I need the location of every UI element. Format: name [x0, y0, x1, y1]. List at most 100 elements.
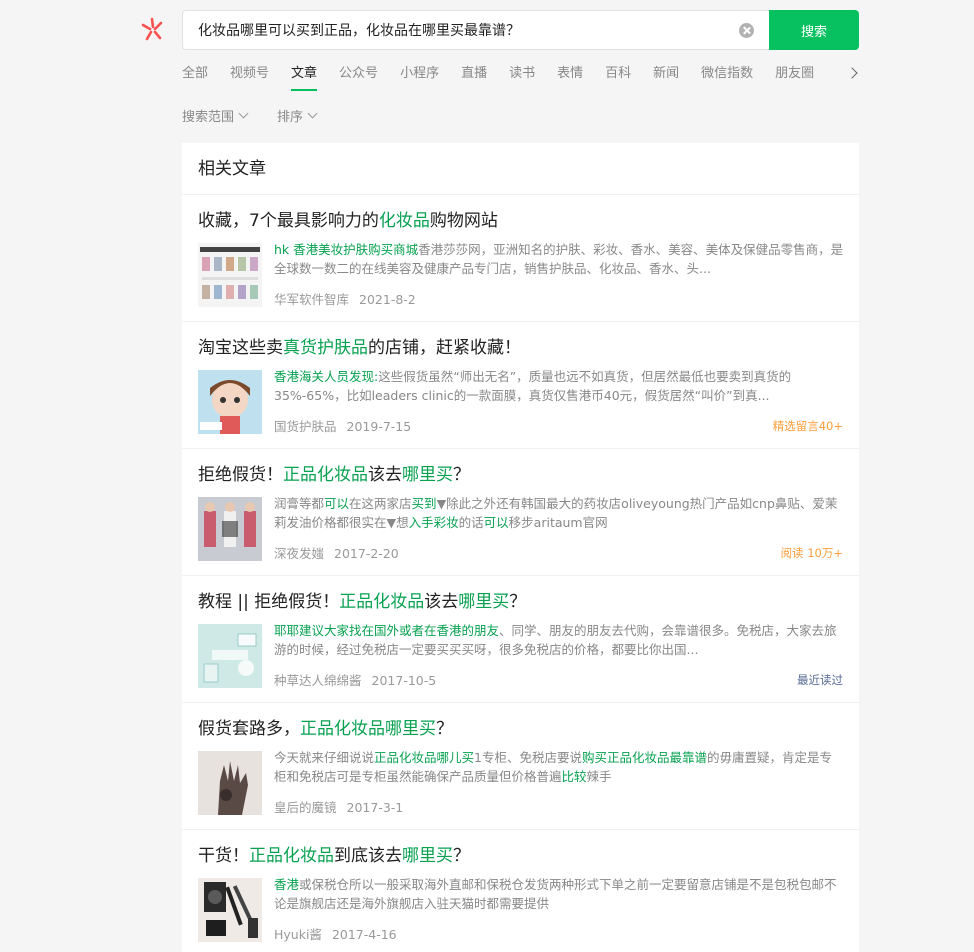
search-scope-filter[interactable]: 搜索范围: [182, 104, 249, 126]
article-snippet-part: 购买正品化妆品最靠谱: [582, 750, 708, 765]
tab-5[interactable]: 直播: [461, 62, 487, 92]
article-title-part: 正品化妆品: [249, 846, 334, 866]
article-snippet: 今天就来仔细说说正品化妆品哪儿买1专柜、免税店要说购买正品化妆品最靠谱的毋庸置疑…: [274, 748, 844, 786]
article-snippet-part: 耶耶建议大家找在国外或者在香港的朋友: [274, 623, 500, 638]
article-badge: 阅读 10万+: [780, 546, 843, 560]
article-snippet-part: 今天就来仔细说说: [274, 750, 375, 765]
article-item[interactable]: 收藏，7个最具影响力的化妆品购物网站 hk 香港美妆护肤购买商城香港莎莎网，亚洲知…: [182, 195, 859, 322]
sort-filter[interactable]: 排序: [277, 104, 318, 126]
article-snippet-part: 或保税仓所以一般采取海外直邮和保税仓发货两种形式下单之前一定要留意店铺是不是包税…: [274, 877, 837, 911]
article-snippet-part: 入手彩妆: [408, 515, 459, 530]
article-title-part: 化妆品: [378, 211, 430, 231]
article-title-part: 正品化妆品: [339, 592, 425, 612]
article-source[interactable]: 皇后的魔镜: [274, 800, 337, 815]
article-item[interactable]: 拒绝假货！正品化妆品该去哪里买？ 润膏等都可以在这两家店买到▼除此之外还有韩国最大…: [182, 449, 859, 576]
chevron-down-icon: [238, 108, 249, 118]
hand-thumb[interactable]: [198, 751, 262, 815]
article-title[interactable]: 干货！正品化妆品到底该去哪里买？: [198, 843, 843, 869]
article-title[interactable]: 拒绝假货！正品化妆品该去哪里买？: [198, 462, 843, 488]
search-box: [182, 10, 769, 50]
tab-2[interactable]: 文章: [291, 62, 318, 92]
article-date: 2021-8-2: [359, 292, 416, 307]
article-title-part: 正品化妆品: [283, 465, 368, 485]
article-list: 收藏，7个最具影响力的化妆品购物网站 hk 香港美妆护肤购买商城香港莎莎网，亚洲知…: [182, 195, 859, 952]
article-date: 2017-2-20: [334, 546, 399, 561]
article-snippet-part: 香港海关人员发现:: [274, 369, 379, 384]
article-title-part: 干货！: [198, 846, 249, 866]
tab-6[interactable]: 读书: [509, 62, 535, 92]
article-snippet: 香港或保税仓所以一般采取海外直邮和保税仓发货两种形式下单之前一定要留意店铺是不是…: [274, 875, 844, 913]
article-title-part: 正品化妆品哪里买: [300, 719, 436, 739]
article-source[interactable]: Hyuki酱: [274, 927, 322, 942]
wechat-search-logo-icon[interactable]: [139, 15, 167, 43]
article-title[interactable]: 教程 || 拒绝假货！正品化妆品该去哪里买？: [198, 589, 843, 615]
article-title-part: 该去: [424, 592, 459, 612]
article-source[interactable]: 华军软件智库: [274, 292, 349, 307]
article-title[interactable]: 假货套路多，正品化妆品哪里买？: [198, 716, 843, 742]
article-snippet: hk 香港美妆护肤购买商城香港莎莎网，亚洲知名的护肤、彩妆、香水、美容、美体及保…: [274, 240, 844, 278]
article-item[interactable]: 干货！正品化妆品到底该去哪里买？ 香港或保税仓所以一般采取海外直邮和保税仓发货两种…: [182, 830, 859, 952]
article-snippet-part: 可以: [483, 515, 509, 530]
article-snippet-part: 可以: [324, 496, 350, 511]
article-snippet-part: 香港: [274, 877, 300, 892]
article-title[interactable]: 淘宝这些卖真货护肤品的店铺，赶紧收藏！: [198, 335, 843, 361]
search-button[interactable]: 搜索: [769, 10, 859, 50]
article-meta: 国货护肤品 2019-7-15: [274, 416, 411, 435]
article-title-part: 真货护肤品: [283, 338, 368, 358]
tab-4[interactable]: 小程序: [400, 62, 439, 92]
article-meta: 皇后的魔镜 2017-3-1: [274, 797, 403, 816]
article-title[interactable]: 收藏，7个最具影响力的化妆品购物网站: [198, 208, 843, 234]
tab-0[interactable]: 全部: [182, 62, 208, 92]
section-title: 相关文章: [182, 143, 859, 195]
article-title-part: 哪里买: [402, 465, 453, 485]
article-source[interactable]: 深夜发媸: [274, 546, 324, 561]
search-scope-label: 搜索范围: [182, 109, 235, 125]
tab-bar: 全部 视频号 文章 公众号 小程序 直播 读书 表情 百科 新闻 微信指数 朋友圈: [182, 62, 842, 92]
tab-11[interactable]: 朋友圈: [775, 62, 814, 92]
tab-10[interactable]: 微信指数: [701, 62, 753, 92]
article-meta: 种草达人绵绵酱 2017-10-5: [274, 670, 436, 689]
article-badge: 精选留言40+: [772, 419, 843, 433]
article-item[interactable]: 教程 || 拒绝假货！正品化妆品该去哪里买？ 耶耶建议大家找在国外或者在香港的朋友…: [182, 576, 859, 703]
makeup-brushes-thumb[interactable]: [198, 878, 262, 942]
article-title-part: ？: [453, 846, 470, 866]
models-poster-thumb[interactable]: [198, 497, 262, 561]
results-panel: 相关文章 收藏，7个最具影响力的化妆品购物网站 hk 香港美妆护肤购买商城香港莎莎…: [182, 143, 859, 952]
article-snippet-part: 移步aritaum官网: [508, 515, 608, 530]
article-snippet: 润膏等都可以在这两家店买到▼除此之外还有韩国最大的药妆店oliveyoung热门…: [274, 494, 844, 532]
article-item[interactable]: 假货套路多，正品化妆品哪里买？ 今天就来仔细说说正品化妆品哪儿买1专柜、免税店要说…: [182, 703, 859, 830]
article-title-part: 到底该去: [334, 846, 402, 866]
tab-3[interactable]: 公众号: [339, 62, 378, 92]
article-title-part: 收藏，7个最具影响力的: [198, 211, 379, 231]
chevron-right-icon[interactable]: [846, 66, 860, 82]
tab-7[interactable]: 表情: [557, 62, 583, 92]
search-input[interactable]: [183, 11, 733, 49]
article-snippet-part: hk 香港美妆护肤购买商城: [274, 242, 419, 257]
article-snippet: 香港海关人员发现:这些假货虽然“师出无名”，质量也远不如真货，但居然最低也要卖到…: [274, 367, 844, 405]
article-source[interactable]: 国货护肤品: [274, 419, 337, 434]
article-item[interactable]: 淘宝这些卖真货护肤品的店铺，赶紧收藏！ 香港海关人员发现:这些假货虽然“师出无名”…: [182, 322, 859, 449]
article-snippet-part: 润膏等都: [274, 496, 325, 511]
tab-1[interactable]: 视频号: [230, 62, 269, 92]
article-title-part: 哪里买: [402, 846, 453, 866]
webpage-screenshot-thumb[interactable]: [198, 243, 262, 307]
article-snippet-part: 买到: [411, 496, 437, 511]
article-snippet: 耶耶建议大家找在国外或者在香港的朋友、同学、朋友的朋友去代购，会靠谱很多。免税店…: [274, 621, 844, 659]
article-date: 2017-3-1: [346, 800, 404, 815]
article-meta: 华军软件智库 2021-8-2: [274, 289, 416, 308]
article-title-part: 教程 || 拒绝假货！: [198, 592, 340, 612]
article-snippet-part: 比较: [561, 769, 587, 784]
clear-search-icon[interactable]: [739, 23, 754, 38]
chevron-down-icon: [307, 108, 318, 118]
article-meta: 深夜发媸 2017-2-20: [274, 543, 399, 562]
tab-9[interactable]: 新闻: [653, 62, 679, 92]
cosmetics-teal-thumb[interactable]: [198, 624, 262, 688]
article-badge: 最近读过: [797, 673, 843, 687]
article-title-part: 假货套路多，: [198, 719, 300, 739]
article-source[interactable]: 种草达人绵绵酱: [274, 673, 362, 688]
article-snippet-part: 在这两家店: [349, 496, 412, 511]
article-date: 2019-7-15: [346, 419, 412, 434]
tab-8[interactable]: 百科: [605, 62, 631, 92]
article-snippet-part: 辣手: [586, 769, 612, 784]
cartoon-girl-thumb[interactable]: [198, 370, 262, 434]
